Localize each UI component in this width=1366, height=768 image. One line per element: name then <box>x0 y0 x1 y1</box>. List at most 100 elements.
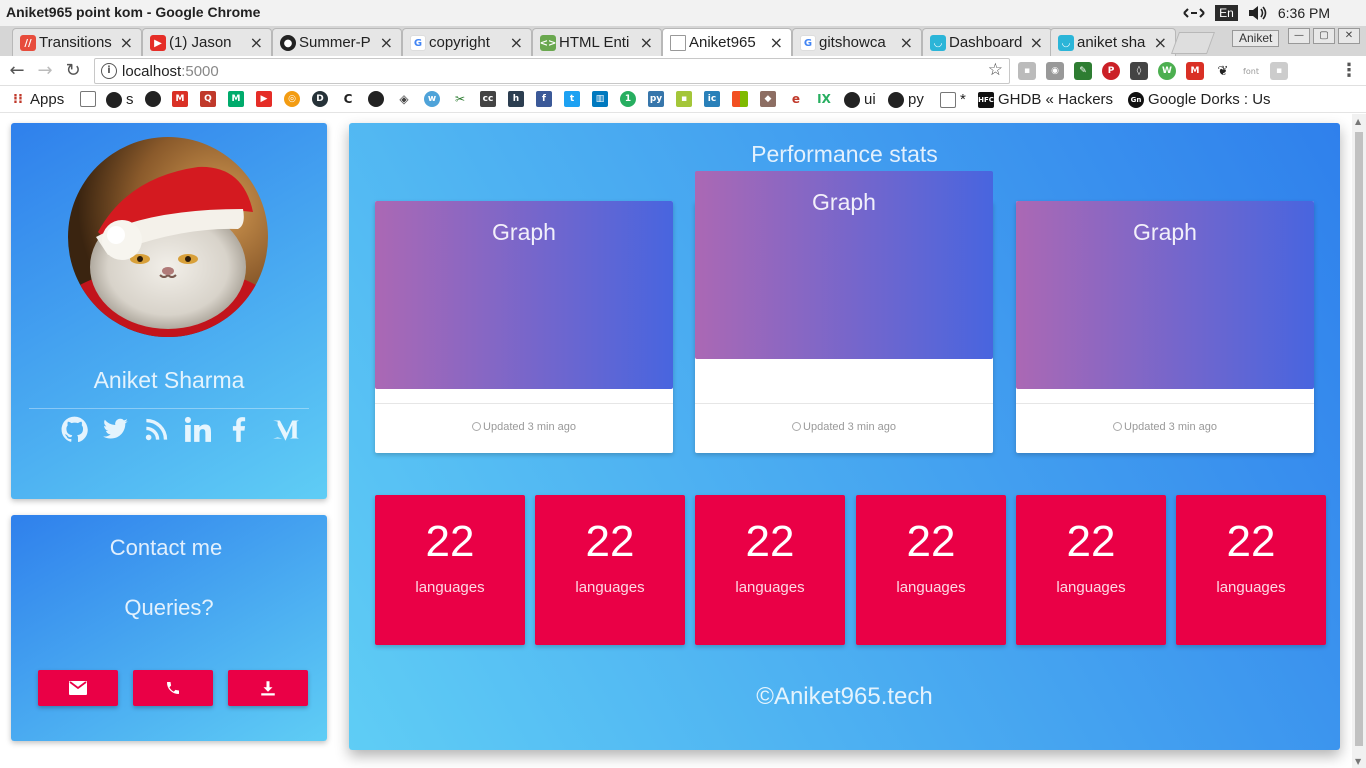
bulb-icon[interactable]: ◊ <box>1130 62 1148 80</box>
bookmark-s[interactable]: s <box>106 91 134 108</box>
graph-card[interactable]: Graph Updated 3 min ago <box>695 171 993 453</box>
wappalyzer-icon[interactable]: W <box>1158 62 1176 80</box>
bookmark-d[interactable]: D <box>312 91 328 107</box>
minimize-button[interactable]: — <box>1288 28 1310 44</box>
bookmark-ix[interactable]: IX <box>816 91 832 107</box>
close-icon[interactable]: × <box>640 33 653 52</box>
close-icon[interactable]: × <box>900 33 913 52</box>
new-tab-button[interactable] <box>1170 32 1216 54</box>
back-arrow-icon[interactable]: ← <box>6 60 28 82</box>
youtube-icon: ▶ <box>256 91 272 107</box>
tab-dashboard[interactable]: ◡ Dashboard × <box>922 28 1052 56</box>
bookmark-github-2[interactable] <box>368 91 384 107</box>
bookmark-ui[interactable]: ui <box>844 91 876 108</box>
info-icon[interactable]: i <box>101 63 117 79</box>
linkedin-icon[interactable] <box>184 416 211 443</box>
bookmark-google-dorks[interactable]: Gn Google Dorks : Us <box>1128 91 1271 108</box>
stat-tile[interactable]: 22 languages <box>535 495 685 645</box>
grammarly-icon[interactable]: ❦ <box>1214 62 1232 80</box>
close-icon[interactable]: × <box>510 33 523 52</box>
bookmark-facebook[interactable]: f <box>536 91 552 107</box>
clock[interactable]: 6:36 PM <box>1278 5 1330 21</box>
android-icon[interactable]: ▪ <box>1018 62 1036 80</box>
stat-tile[interactable]: 22 languages <box>1016 495 1166 645</box>
scroll-down-arrow-icon[interactable]: ▼ <box>1355 757 1361 766</box>
tab-gitshowcase[interactable]: G gitshowca × <box>792 28 922 56</box>
email-button[interactable] <box>38 670 118 706</box>
stat-tile[interactable]: 22 languages <box>1176 495 1326 645</box>
bookmark-py[interactable]: py <box>888 91 924 108</box>
bookmark-gmail[interactable]: M <box>172 91 188 107</box>
tab-aniket965[interactable]: Aniket965 × <box>662 28 792 56</box>
maximize-button[interactable]: ▢ <box>1313 28 1335 44</box>
tab-copyright[interactable]: G copyright × <box>402 28 532 56</box>
bookmark-hackerrank[interactable]: ◎ <box>284 91 300 107</box>
bookmark-one[interactable]: 1 <box>620 91 636 107</box>
bookmark-trello[interactable]: ▥ <box>592 91 608 107</box>
phone-button[interactable] <box>133 670 213 706</box>
bookmark-microsoft[interactable] <box>732 91 748 107</box>
close-icon[interactable]: × <box>770 33 783 52</box>
eyedropper-icon[interactable]: ✎ <box>1074 62 1092 80</box>
network-icon[interactable] <box>1183 6 1205 20</box>
android-icon[interactable]: ▪ <box>1270 62 1288 80</box>
bookmark-star-icon[interactable]: ☆ <box>988 60 1003 80</box>
graph-card[interactable]: Graph Updated 3 min ago <box>375 201 673 453</box>
vertical-scrollbar[interactable]: ▲ ▼ <box>1352 114 1366 768</box>
graph-card[interactable]: Graph Updated 3 min ago <box>1016 201 1314 453</box>
chrome-menu-icon[interactable]: ⋮ <box>1340 60 1358 81</box>
gmail-icon[interactable]: M <box>1186 62 1204 80</box>
rss-icon[interactable] <box>143 416 170 443</box>
close-icon[interactable]: × <box>120 33 133 52</box>
facebook-icon[interactable] <box>225 416 252 443</box>
tab-youtube[interactable]: ▶ (1) Jason × <box>142 28 272 56</box>
bookmark-twitter[interactable]: t <box>564 91 580 107</box>
bookmark-youtube[interactable]: ▶ <box>256 91 272 107</box>
forward-arrow-icon[interactable]: → <box>34 60 56 82</box>
close-icon[interactable]: × <box>1154 33 1167 52</box>
bookmark-e[interactable]: e <box>788 91 804 107</box>
download-button[interactable] <box>228 670 308 706</box>
address-bar[interactable]: i localhost:5000 ☆ <box>94 58 1010 84</box>
scrollbar-thumb[interactable] <box>1355 132 1363 746</box>
keyboard-layout-indicator[interactable]: En <box>1215 5 1238 21</box>
bookmark-shield[interactable]: ◆ <box>760 91 776 107</box>
medium-icon[interactable] <box>272 416 299 443</box>
bookmark-ic[interactable]: ic <box>704 91 720 107</box>
stat-tile[interactable]: 22 languages <box>695 495 845 645</box>
font-icon[interactable]: font <box>1242 62 1260 80</box>
stat-tile[interactable]: 22 languages <box>375 495 525 645</box>
bookmark-q[interactable]: Q <box>200 91 216 107</box>
stat-tile[interactable]: 22 languages <box>856 495 1006 645</box>
close-icon[interactable]: × <box>1030 33 1043 52</box>
pinterest-icon[interactable]: P <box>1102 62 1120 80</box>
reload-icon[interactable]: ↻ <box>62 60 84 82</box>
bookmark-android[interactable]: ▪ <box>676 91 692 107</box>
scroll-up-arrow-icon[interactable]: ▲ <box>1355 117 1361 126</box>
close-icon[interactable]: × <box>380 33 393 52</box>
tab-aniket-sharma[interactable]: ◡ aniket sha × <box>1050 28 1176 56</box>
tab-transitions[interactable]: // Transitions × <box>12 28 142 56</box>
bookmark-python[interactable]: py <box>648 91 664 107</box>
bookmark-diamond[interactable]: ◈ <box>396 91 412 107</box>
bookmark-c[interactable]: C <box>340 91 356 107</box>
volume-icon[interactable] <box>1248 5 1268 21</box>
profile-button[interactable]: Aniket <box>1232 30 1280 47</box>
bookmark-doc[interactable] <box>80 91 96 107</box>
twitter-icon[interactable] <box>102 416 129 443</box>
bookmark-ghdb[interactable]: HFC GHDB « Hackers <box>978 91 1113 108</box>
github-icon[interactable] <box>61 416 88 443</box>
tab-html-entities[interactable]: <> HTML Enti × <box>532 28 662 56</box>
tab-summer[interactable]: ● Summer-P × <box>272 28 402 56</box>
bookmark-apps[interactable]: ⁝⁝ Apps <box>10 91 64 108</box>
bookmark-x[interactable]: ✂ <box>452 91 468 107</box>
bookmark-h[interactable]: h <box>508 91 524 107</box>
bookmark-cc[interactable]: cc <box>480 91 496 107</box>
bookmark-m[interactable]: M <box>228 91 244 107</box>
bookmark-github[interactable] <box>145 91 161 107</box>
close-icon[interactable]: × <box>250 33 263 52</box>
camera-icon[interactable]: ◉ <box>1046 62 1064 80</box>
close-window-button[interactable]: ✕ <box>1338 28 1360 44</box>
bookmark-w[interactable]: w <box>424 91 440 107</box>
bookmark-star[interactable]: * <box>940 91 966 108</box>
